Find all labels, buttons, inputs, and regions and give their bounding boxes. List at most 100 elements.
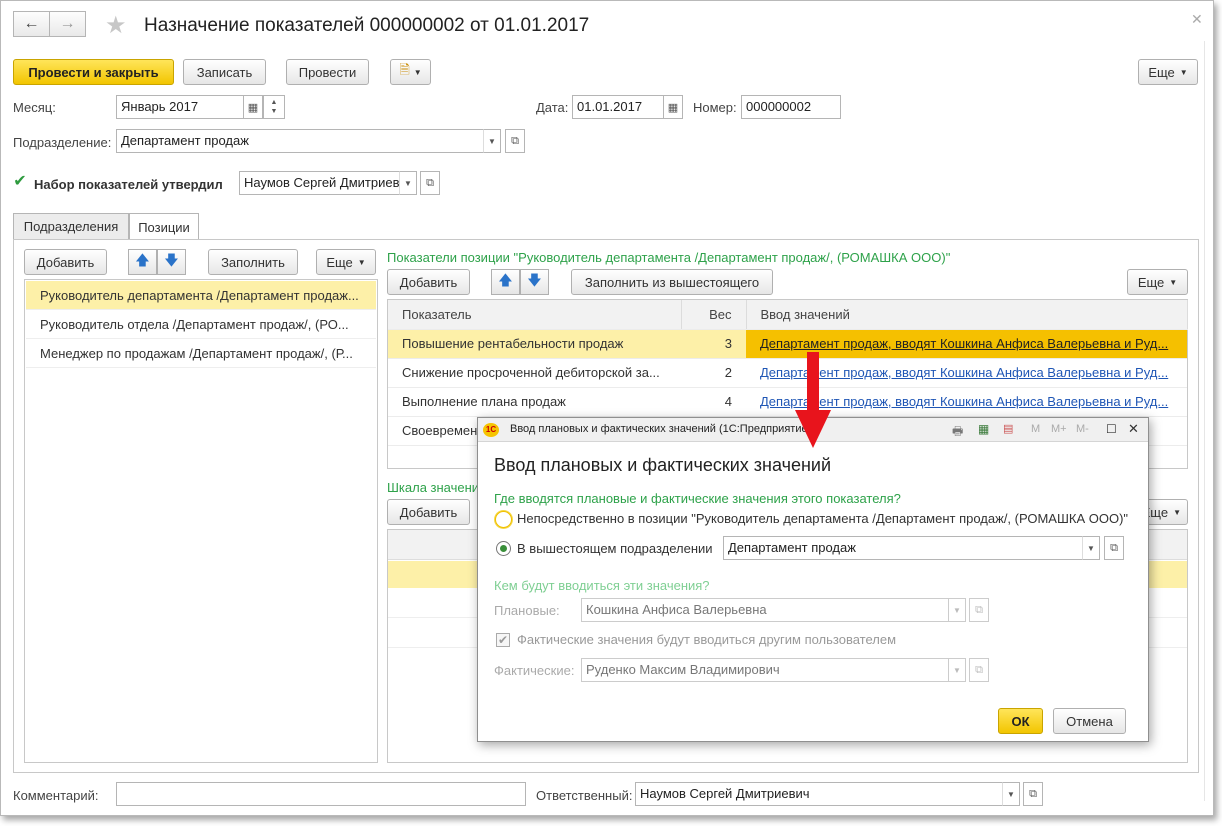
indicator-name: Снижение просроченной дебиторской за... <box>388 358 681 388</box>
memory-icon[interactable]: M <box>1031 423 1040 435</box>
right-more-button[interactable]: Еще ▼ <box>1127 269 1188 295</box>
more-button[interactable]: Еще ▼ <box>1138 59 1198 85</box>
scale-caption: Шкала значени <box>387 480 480 495</box>
division-label: Подразделение: <box>13 135 112 150</box>
close-icon[interactable]: ✕ <box>1191 11 1203 28</box>
month-field[interactable]: Январь 2017 <box>116 95 244 119</box>
calendar-icon[interactable]: ▦ <box>663 95 683 119</box>
right-panel-caption: Показатели позиции "Руководитель департа… <box>387 250 951 265</box>
option-parent-radio[interactable] <box>496 541 511 556</box>
date-label: Дата: <box>536 100 569 115</box>
list-item[interactable]: Руководитель отдела /Департамент продаж/… <box>26 310 376 339</box>
tab-divisions[interactable]: Подразделения <box>13 213 129 239</box>
column-header[interactable]: Показатель <box>388 300 682 330</box>
report-dropdown-button[interactable]: 🗎 ▼ <box>390 59 431 85</box>
indicator-weight: 3 <box>681 329 746 359</box>
scale-add-button[interactable]: Добавить <box>387 499 470 525</box>
chevron-down-icon: ▼ <box>413 67 422 77</box>
close-icon[interactable]: ✕ <box>1128 421 1139 437</box>
open-icon[interactable]: ⧉ <box>1023 782 1043 806</box>
chevron-down-icon: ▼ <box>1179 67 1188 77</box>
print-icon[interactable]: 🖶 <box>952 422 963 443</box>
input-values-dialog: 1С Ввод плановых и фактических значений … <box>477 417 1149 742</box>
move-up-button[interactable]: 🡅 <box>491 269 520 295</box>
cancel-button[interactable]: Отмена <box>1053 708 1126 734</box>
responsible-field[interactable]: Наумов Сергей Дмитриевич <box>635 782 1003 806</box>
number-field[interactable]: 000000002 <box>741 95 841 119</box>
arrow-up-icon: 🡅 <box>135 252 150 268</box>
chevron-down-icon[interactable]: ▼ <box>483 129 501 153</box>
calendar-icon[interactable]: ▦ <box>243 95 263 119</box>
back-button[interactable]: ← <box>13 11 50 37</box>
post-and-close-button[interactable]: Провести и закрыть <box>13 59 174 85</box>
open-icon[interactable]: ⧉ <box>1104 536 1124 560</box>
option-direct-radio[interactable] <box>495 511 512 528</box>
option-parent-label[interactable]: В вышестоящем подразделении <box>517 541 713 556</box>
memory-minus-icon[interactable]: M- <box>1076 423 1089 435</box>
approved-by-field[interactable]: Наумов Сергей Дмитриев <box>239 171 400 195</box>
input-link[interactable]: Департамент продаж, вводят Кошкина Анфис… <box>760 336 1168 351</box>
list-item[interactable]: Руководитель департамента /Департамент п… <box>26 281 376 310</box>
open-icon[interactable]: ⧉ <box>505 129 525 153</box>
actual-field[interactable]: Руденко Максим Владимирович <box>581 658 949 682</box>
right-add-button[interactable]: Добавить <box>387 269 470 295</box>
division-field[interactable]: Департамент продаж <box>116 129 484 153</box>
comment-field[interactable] <box>116 782 526 806</box>
actual-label: Фактические: <box>494 663 575 678</box>
more-label: Еще <box>1137 274 1165 290</box>
chevron-down-icon[interactable]: ▼ <box>948 598 966 622</box>
calculator-icon[interactable]: ▦ <box>978 422 989 436</box>
option-direct-label[interactable]: Непосредственно в позиции "Руководитель … <box>517 511 1128 526</box>
move-down-button[interactable]: 🡇 <box>157 249 186 275</box>
open-icon[interactable]: ⧉ <box>420 171 440 195</box>
more-label: Еще <box>1148 64 1175 80</box>
chevron-down-icon[interactable]: ▼ <box>399 171 417 195</box>
arrow-head <box>795 410 831 448</box>
left-more-button[interactable]: Еще ▼ <box>316 249 376 275</box>
approved-checkbox[interactable]: ✔ <box>13 174 27 190</box>
open-icon[interactable]: ⧉ <box>969 598 989 622</box>
number-label: Номер: <box>693 100 737 115</box>
chevron-down-icon: ▼ <box>357 257 366 267</box>
planned-field[interactable]: Кошкина Анфиса Валерьевна <box>581 598 949 622</box>
star-icon[interactable]: ★ <box>105 11 127 40</box>
red-arrow-annotation <box>795 352 831 448</box>
indicator-name: Выполнение плана продаж <box>388 387 681 417</box>
fill-from-parent-button[interactable]: Заполнить из вышестоящего <box>571 269 773 295</box>
table-row[interactable]: Повышение рентабельности продаж 3 Департ… <box>388 329 1187 359</box>
date-field[interactable]: 01.01.2017 <box>572 95 664 119</box>
parent-division-field[interactable]: Департамент продаж <box>723 536 1083 560</box>
write-button[interactable]: Записать <box>183 59 266 85</box>
move-down-button[interactable]: 🡇 <box>520 269 549 295</box>
left-add-button[interactable]: Добавить <box>24 249 107 275</box>
indicator-name: Повышение рентабельности продаж <box>388 329 681 359</box>
ok-button[interactable]: ОК <box>998 708 1043 734</box>
arrow-up-icon: 🡅 <box>498 272 513 288</box>
table-row[interactable]: Снижение просроченной дебиторской за... … <box>388 358 1187 388</box>
actual-by-other-checkbox[interactable]: ✔ <box>496 633 510 647</box>
app-logo-icon: 1С <box>483 423 499 437</box>
dialog-heading: Ввод плановых и фактических значений <box>494 455 832 475</box>
arrow-down-icon: 🡇 <box>527 272 542 288</box>
chevron-down-icon[interactable]: ▼ <box>1002 782 1020 806</box>
list-item[interactable]: Менеджер по продажам /Департамент продаж… <box>26 339 376 368</box>
forward-button[interactable]: → <box>49 11 86 37</box>
scrollbar[interactable] <box>1204 41 1212 801</box>
chevron-down-icon[interactable]: ▼ <box>948 658 966 682</box>
column-header[interactable]: Вес <box>681 300 747 330</box>
move-up-button[interactable]: 🡅 <box>128 249 157 275</box>
post-button[interactable]: Провести <box>286 59 369 85</box>
table-row[interactable]: Выполнение плана продаж 4 Департамент пр… <box>388 387 1187 417</box>
tab-positions[interactable]: Позиции <box>129 213 199 240</box>
column-header[interactable]: Ввод значений <box>746 300 1188 330</box>
calendar-icon[interactable]: ▤ <box>1003 422 1013 435</box>
month-stepper[interactable]: ▲ ▼ <box>263 95 285 119</box>
chevron-down-icon[interactable]: ▼ <box>1082 536 1100 560</box>
arrow-down-icon: 🡇 <box>164 252 179 268</box>
chevron-down-icon: ▼ <box>1173 507 1181 517</box>
responsible-label: Ответственный: <box>536 788 633 803</box>
fill-button[interactable]: Заполнить <box>208 249 298 275</box>
maximize-icon[interactable]: ☐ <box>1106 422 1117 436</box>
memory-plus-icon[interactable]: M+ <box>1051 423 1067 435</box>
open-icon[interactable]: ⧉ <box>969 658 989 682</box>
